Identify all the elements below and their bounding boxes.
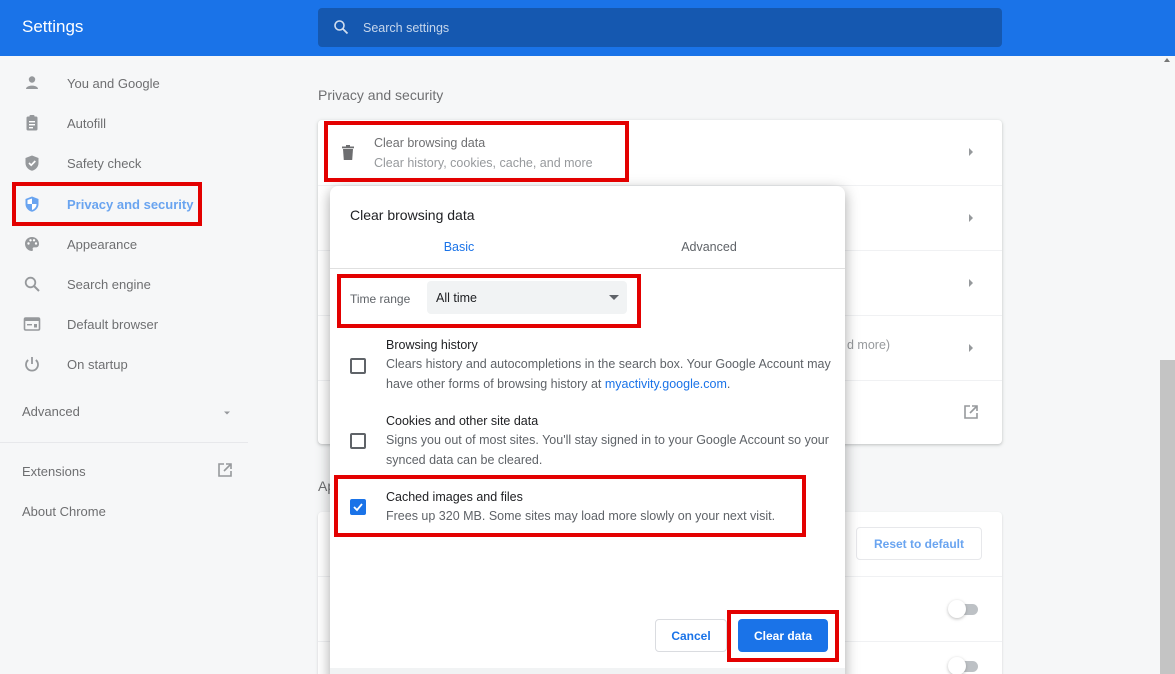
checkmark-icon (353, 503, 363, 512)
app-title: Settings (22, 17, 84, 36)
clear-browsing-data-dialog: Clear browsing data Basic Advanced Time … (330, 186, 845, 674)
dialog-title: Clear browsing data (350, 207, 475, 223)
tab-divider (330, 268, 845, 269)
cancel-button[interactable]: Cancel (655, 619, 727, 652)
scrollbar-thumb[interactable] (1160, 360, 1175, 674)
cached-images-title: Cached images and files (386, 490, 523, 504)
browsing-history-desc: Clears history and autocompletions in th… (386, 357, 831, 391)
cookies-title: Cookies and other site data (386, 414, 539, 428)
tab-basic[interactable]: Basic (330, 240, 588, 270)
cookies-checkbox[interactable] (350, 433, 366, 449)
time-range-select[interactable]: All time (427, 281, 627, 314)
search-icon (334, 20, 349, 35)
scroll-up-arrow-icon[interactable] (1164, 58, 1170, 62)
cached-images-checkbox[interactable] (350, 499, 366, 515)
dropdown-caret-icon (609, 295, 619, 300)
search-box[interactable] (318, 8, 1002, 47)
time-range-value: All time (436, 291, 477, 305)
cookies-desc: Signs you out of most sites. You'll stay… (386, 433, 829, 467)
time-range-label: Time range (350, 292, 411, 306)
search-input[interactable] (363, 8, 963, 47)
tab-advanced[interactable]: Advanced (580, 240, 838, 270)
clear-data-button[interactable]: Clear data (738, 619, 828, 652)
dialog-footer (330, 668, 845, 674)
myactivity-link[interactable]: myactivity.google.com (605, 377, 727, 391)
browsing-history-checkbox[interactable] (350, 358, 366, 374)
top-bar: Settings (0, 0, 1175, 56)
browsing-history-title: Browsing history (386, 338, 478, 352)
cached-images-desc: Frees up 320 MB. Some sites may load mor… (386, 509, 776, 523)
